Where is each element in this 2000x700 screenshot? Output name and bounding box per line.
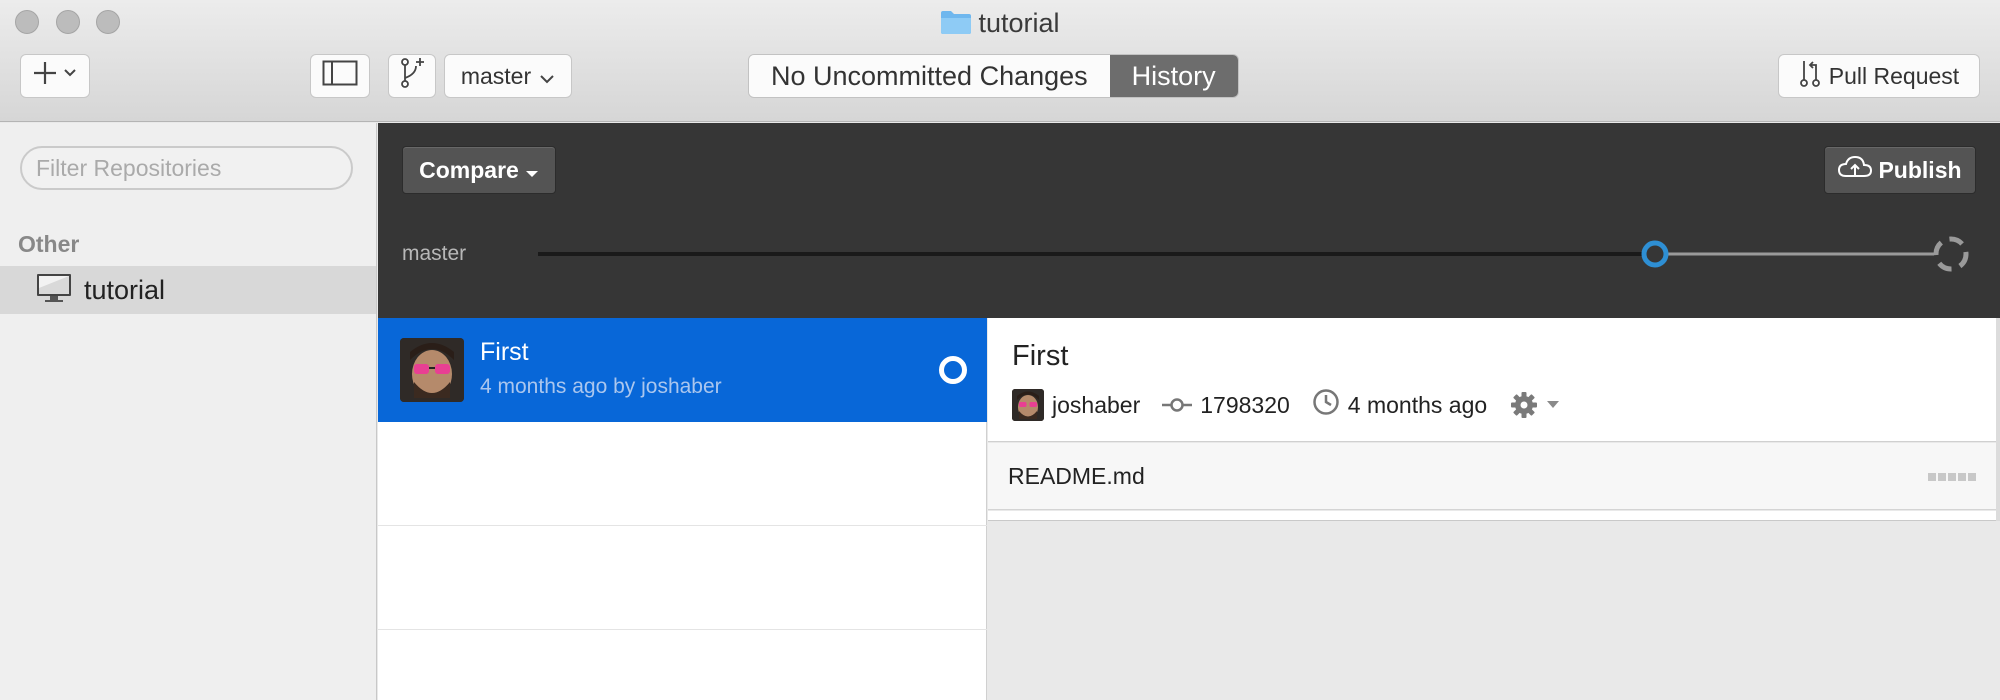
panel-edge [1996, 318, 2000, 521]
commit-author[interactable]: joshaber [1052, 392, 1140, 419]
plus-icon [32, 60, 78, 92]
toggle-sidebar-button[interactable] [310, 54, 370, 98]
commit-detail-title: First [1012, 340, 1069, 372]
pull-request-icon [1799, 57, 1821, 95]
changed-file-name: README.md [1008, 463, 1145, 489]
sidebar-item-label: tutorial [84, 274, 166, 305]
commit-meta: 4 months ago by joshaber [480, 375, 722, 398]
branch-selector-label: master [460, 62, 532, 89]
diffstat-blocks [1928, 473, 1976, 481]
history-header: Compare Publish master [378, 123, 2000, 318]
chevron-down-icon [539, 63, 555, 90]
commit-sha[interactable]: 1798320 [1200, 392, 1290, 419]
pull-request-label: Pull Request [1828, 62, 1960, 89]
branch-plus-icon [398, 56, 426, 96]
window-title: tutorial [0, 8, 2000, 42]
commit-time: 4 months ago [1347, 391, 1488, 418]
view-segmented-control: No Uncommitted Changes History [748, 54, 1239, 98]
tab-uncommitted-changes[interactable]: No Uncommitted Changes [749, 55, 1110, 97]
commit-icon [1162, 392, 1193, 419]
sidebar-icon [322, 60, 358, 92]
filter-repositories-input[interactable] [20, 146, 353, 190]
window-title-text: tutorial [978, 8, 1060, 38]
changed-file-row[interactable]: README.md [988, 443, 1998, 510]
clock-icon [1312, 388, 1340, 422]
commit-detail-header: First joshaber 1798320 4 months ago [988, 318, 1998, 442]
timeline-uncommitted-node[interactable] [1933, 236, 1969, 272]
commit-list: First 4 months ago by joshaber [378, 318, 987, 700]
pull-request-button[interactable]: Pull Request [1778, 54, 1980, 98]
create-branch-button[interactable] [388, 54, 436, 98]
tab-history[interactable]: History [1109, 55, 1238, 97]
commit-node-icon [939, 356, 967, 384]
gear-icon[interactable] [1509, 390, 1561, 420]
repository-sidebar: Other tutorial [0, 123, 377, 700]
commit-title: First [480, 338, 529, 366]
caret-down-icon [1547, 401, 1560, 408]
empty-list-row [378, 422, 987, 526]
add-repository-button[interactable] [20, 54, 90, 98]
window-toolbar: tutorial master No Uncommitted Changes H… [0, 0, 2000, 122]
commit-detail-meta: joshaber 1798320 4 months ago [1012, 388, 1561, 422]
timeline-commit-node[interactable] [1641, 240, 1669, 268]
file-diff-preview [988, 511, 1998, 521]
avatar [400, 338, 464, 402]
sidebar-section-other: Other [18, 231, 80, 257]
author-avatar [1012, 389, 1044, 421]
branch-selector[interactable]: master [444, 54, 572, 98]
branch-timeline [538, 236, 1969, 272]
monitor-icon [36, 273, 72, 308]
folder-icon [940, 9, 972, 42]
sidebar-item-tutorial[interactable]: tutorial [0, 266, 376, 314]
commit-detail-panel: First joshaber 1798320 4 months ago READ… [988, 318, 2000, 700]
commit-row[interactable]: First 4 months ago by joshaber [378, 318, 987, 422]
empty-list-row [378, 526, 987, 630]
